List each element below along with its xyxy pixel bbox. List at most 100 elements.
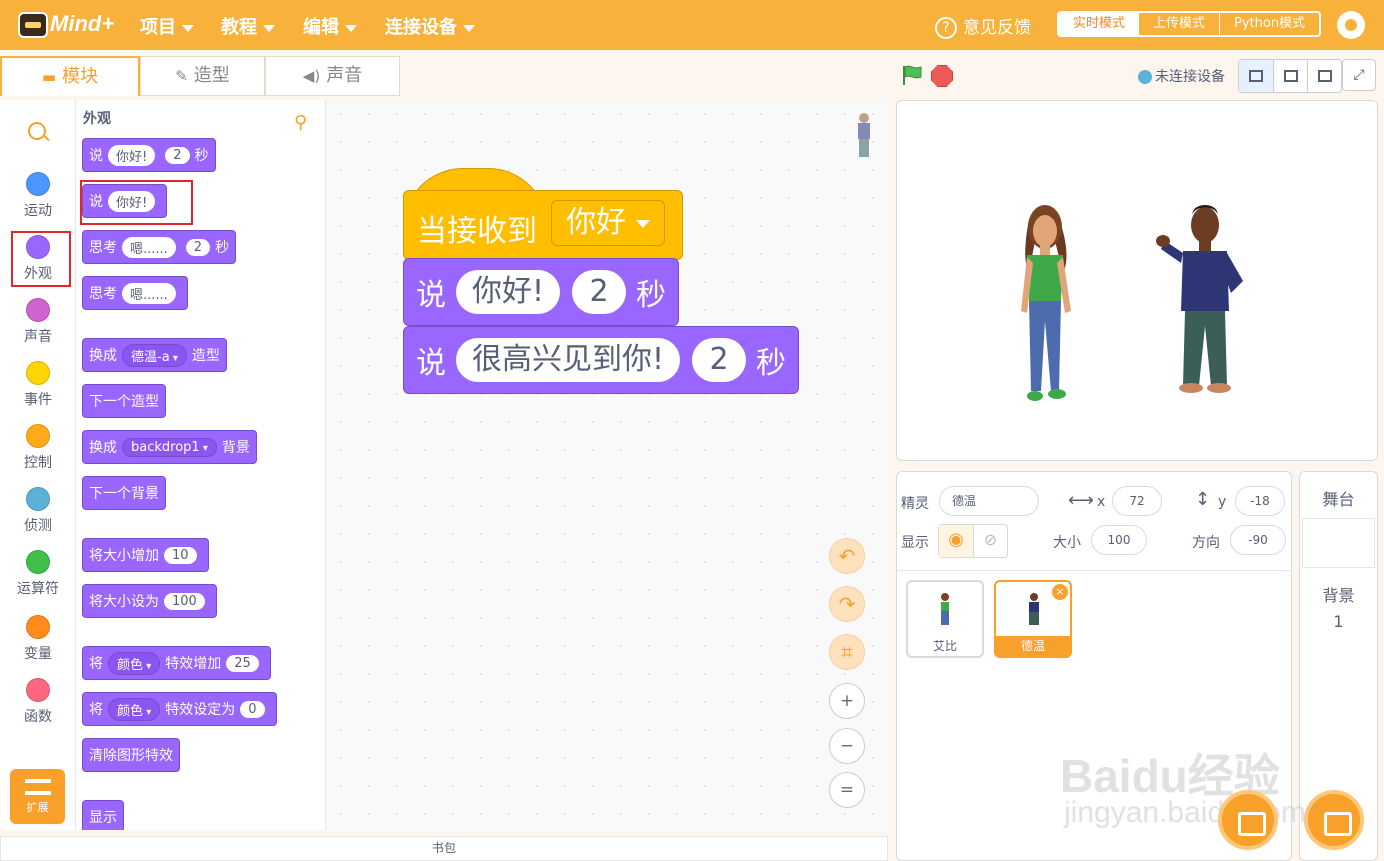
sprite-thumb-devin[interactable]: × 德温 [994, 580, 1072, 658]
backdrop-dropdown[interactable]: backdrop1 [122, 437, 217, 457]
caret-down-icon [463, 24, 475, 32]
stop-icon[interactable] [931, 65, 953, 87]
mode-python[interactable]: Python模式 [1219, 13, 1319, 35]
fullscreen-icon[interactable]: ⤢ [1342, 59, 1376, 91]
add-sprite-icon[interactable] [1218, 790, 1278, 850]
message-input[interactable]: 很高兴见到你! [456, 338, 681, 382]
crop-icon[interactable]: ⌗ [829, 634, 865, 670]
seconds-input[interactable]: 2 [692, 338, 747, 382]
block-input[interactable]: 0 [240, 700, 265, 718]
menu-edit[interactable]: 编辑 [303, 13, 357, 39]
menu-connect-device[interactable]: 连接设备 [385, 13, 475, 39]
zoom-in-icon[interactable]: + [829, 683, 865, 719]
sprite-name: 艾比 [932, 639, 957, 653]
block-change-size[interactable]: 将大小增加 10 [82, 538, 209, 572]
block-say-for-secs[interactable]: 说 你好! 2 秒 [82, 138, 216, 172]
block-input[interactable]: 25 [226, 654, 259, 672]
x-input[interactable]: 72 [1112, 486, 1162, 516]
category-events[interactable]: 事件 [0, 361, 76, 409]
direction-input[interactable]: -90 [1230, 525, 1286, 555]
tab-blocks[interactable]: ▬ 模块 [0, 56, 140, 96]
say-for-secs-block[interactable]: 说 你好! 2 秒 [403, 258, 680, 326]
block-next-costume[interactable]: 下一个造型 [82, 384, 166, 418]
sprite-name-label: 精灵 [901, 496, 929, 512]
block-think-for-secs[interactable]: 思考 嗯...... 2 秒 [82, 230, 237, 264]
block-input[interactable]: 嗯...... [122, 282, 176, 304]
robot-icon [18, 12, 48, 38]
category-operators[interactable]: 运算符 [0, 550, 76, 598]
block-change-effect[interactable]: 将 颜色 特效增加 25 [82, 646, 271, 680]
layout-normal-icon [1284, 70, 1298, 82]
category-motion[interactable]: 运动 [0, 172, 76, 220]
block-input[interactable]: 你好! [108, 144, 156, 166]
stage-canvas[interactable] [896, 100, 1378, 461]
hide-stage-button[interactable] [1307, 60, 1341, 92]
editor-tabs: ▬ 模块 ✎ 造型 ◀) 声音 [0, 56, 400, 96]
abby-sprite [1021, 205, 1071, 401]
sprite-name-input[interactable]: 德温 [939, 486, 1039, 516]
category-control[interactable]: 控制 [0, 424, 76, 472]
block-set-size[interactable]: 将大小设为 100 [82, 584, 217, 618]
block-clear-effects[interactable]: 清除图形特效 [82, 738, 180, 772]
category-dot [26, 424, 50, 448]
eye-off-icon[interactable]: ⊘ [973, 525, 1007, 557]
feedback-button[interactable]: ? 意见反馈 [935, 13, 1031, 39]
when-receive-hat-block[interactable]: 当接收到 你好 [403, 168, 683, 260]
block-set-effect[interactable]: 将 颜色 特效设定为 0 [82, 692, 277, 726]
extensions-icon [24, 779, 51, 795]
seconds-input[interactable]: 2 [572, 270, 627, 314]
zoom-out-icon[interactable]: − [829, 728, 865, 764]
block-input[interactable]: 嗯...... [122, 236, 176, 258]
extensions-button[interactable]: 扩展 [10, 769, 65, 824]
category-dot [26, 487, 50, 511]
category-dot [26, 361, 50, 385]
x-arrows-icon: ⟷ [1068, 490, 1094, 511]
block-input[interactable]: 2 [185, 238, 211, 256]
category-dot [26, 172, 50, 196]
block-input[interactable]: 100 [164, 592, 205, 610]
category-sound[interactable]: 声音 [0, 298, 76, 346]
block-think[interactable]: 思考 嗯...... [82, 276, 188, 310]
mode-realtime[interactable]: 实时模式 [1059, 13, 1140, 35]
category-functions[interactable]: 函数 [0, 678, 76, 726]
redo-icon[interactable]: ↷ [829, 586, 865, 622]
category-sensing[interactable]: 侦测 [0, 487, 76, 535]
menu-tutorial[interactable]: 教程 [221, 13, 275, 39]
sprite-thumb-abby[interactable]: 艾比 [906, 580, 984, 658]
block-input[interactable]: 10 [164, 546, 197, 564]
category-variables[interactable]: 变量 [0, 615, 76, 663]
menu-project[interactable]: 项目 [140, 13, 194, 39]
search-icon[interactable] [28, 122, 46, 140]
green-flag-icon[interactable] [901, 64, 923, 86]
costume-dropdown[interactable]: 德温-a [122, 343, 187, 367]
add-backdrop-icon[interactable] [1304, 790, 1364, 850]
pin-icon[interactable]: ⚲ [294, 112, 307, 133]
backpack-bar[interactable]: 书包 [0, 836, 888, 861]
message-dropdown[interactable]: 你好 [551, 200, 665, 246]
eye-icon[interactable]: ◉ [939, 525, 973, 557]
small-stage-button[interactable] [1239, 60, 1273, 92]
delete-sprite-icon[interactable]: × [1052, 584, 1068, 600]
mode-switch: 实时模式 上传模式 Python模式 [1057, 11, 1322, 37]
block-switch-costume[interactable]: 换成 德温-a 造型 [82, 338, 227, 372]
tab-sounds[interactable]: ◀) 声音 [265, 56, 400, 96]
effect-dropdown[interactable]: 颜色 [108, 651, 161, 675]
block-next-backdrop[interactable]: 下一个背景 [82, 476, 166, 510]
message-input[interactable]: 你好! [456, 270, 561, 314]
normal-stage-button[interactable] [1273, 60, 1307, 92]
backdrops-label: 背景 [1322, 586, 1355, 605]
gear-icon[interactable] [1337, 11, 1365, 39]
size-input[interactable]: 100 [1091, 525, 1147, 555]
y-input[interactable]: -18 [1235, 486, 1285, 516]
block-input[interactable]: 2 [165, 146, 190, 164]
mode-upload[interactable]: 上传模式 [1139, 13, 1219, 35]
block-show[interactable]: 显示 [82, 800, 124, 830]
effect-dropdown[interactable]: 颜色 [108, 697, 161, 721]
tab-costumes[interactable]: ✎ 造型 [140, 56, 265, 96]
undo-icon[interactable]: ↶ [829, 538, 865, 574]
block-switch-backdrop[interactable]: 换成 backdrop1 背景 [82, 430, 257, 464]
highlight-box-block [80, 180, 193, 225]
zoom-reset-icon[interactable]: = [829, 772, 865, 808]
sprite-name: 德温 [996, 636, 1070, 656]
say-for-secs-block[interactable]: 说 很高兴见到你! 2 秒 [403, 326, 800, 394]
